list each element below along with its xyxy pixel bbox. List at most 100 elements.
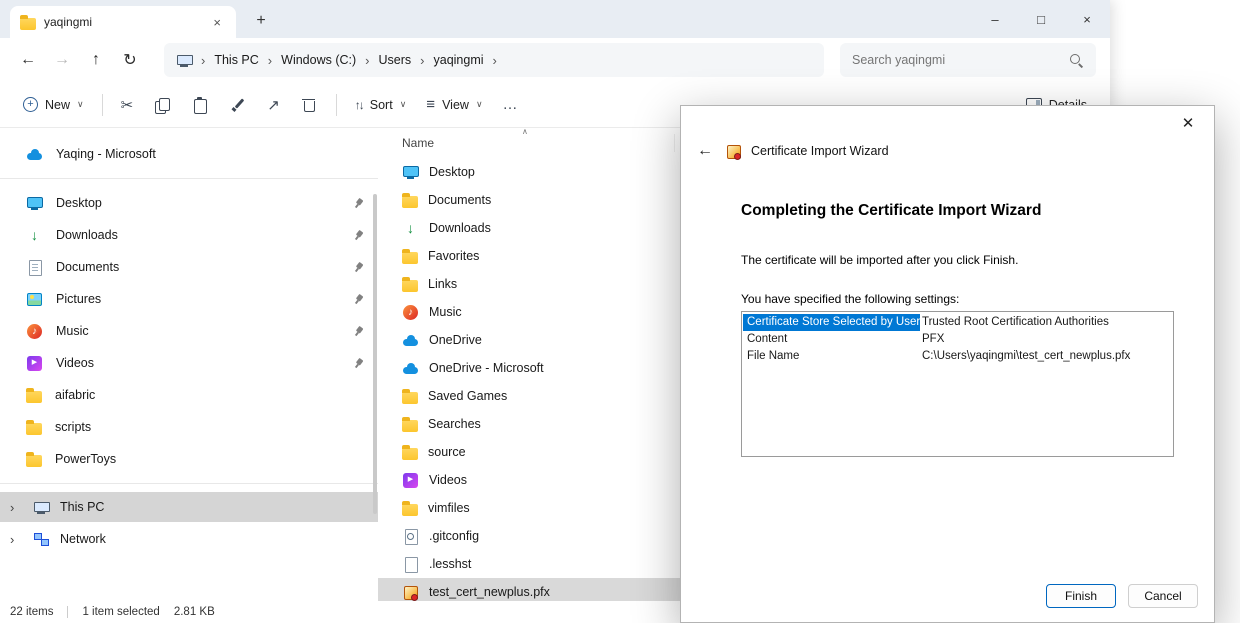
breadcrumb-item[interactable]: Users xyxy=(378,51,413,69)
downloads-icon xyxy=(402,220,419,237)
search-input[interactable] xyxy=(852,53,1069,67)
sidebar-item-scripts[interactable]: scripts xyxy=(0,411,378,443)
sidebar-item-powertoys[interactable]: PowerToys xyxy=(0,443,378,475)
computer-icon xyxy=(176,52,193,69)
plus-icon: + xyxy=(23,97,38,112)
sidebar-item-desktop[interactable]: Desktop xyxy=(0,187,378,219)
sidebar-pinned-list: Desktop DownloadsDocumentsPicturesMusic Vi… xyxy=(0,187,378,475)
videos-icon xyxy=(402,472,419,489)
dialog-close-button[interactable]: ✕ xyxy=(1172,111,1204,135)
desktop-icon xyxy=(26,195,43,212)
cancel-button[interactable]: Cancel xyxy=(1128,584,1198,608)
downloads-icon xyxy=(26,227,43,244)
new-tab-button[interactable]: + xyxy=(246,7,276,35)
chevron-right-icon: › xyxy=(357,53,377,68)
setting-value: PFX xyxy=(920,331,946,348)
sidebar-item-downloads[interactable]: Downloads xyxy=(0,219,378,251)
breadcrumb-item[interactable]: yaqingmi xyxy=(433,51,485,69)
more-options-button[interactable]: … xyxy=(494,88,527,122)
wizard-heading: Completing the Certificate Import Wizard xyxy=(741,202,1174,220)
folder-icon xyxy=(402,196,418,208)
file-name: .gitconfig xyxy=(429,529,479,543)
chevron-right-icon[interactable]: › xyxy=(10,500,23,515)
status-divider xyxy=(67,606,68,618)
pc-icon xyxy=(33,499,50,516)
toolbar-divider xyxy=(336,94,337,116)
up-button[interactable]: ↑ xyxy=(80,44,112,76)
new-button-label: New xyxy=(45,98,70,112)
file-name: Searches xyxy=(428,417,481,431)
wizard-footer: Finish Cancel xyxy=(681,570,1214,622)
folder-icon xyxy=(402,504,418,516)
maximize-button[interactable]: □ xyxy=(1018,0,1064,38)
desktop-icon xyxy=(402,164,419,181)
pin-icon xyxy=(350,355,367,372)
share-icon: ↗ xyxy=(267,96,280,114)
sidebar-item-videos[interactable]: Videos xyxy=(0,347,378,379)
sidebar-item-onedrive[interactable]: Yaqing - Microsoft xyxy=(0,138,378,170)
sidebar-item-music[interactable]: Music xyxy=(0,315,378,347)
wizard-header: ← Certificate Import Wizard xyxy=(681,138,1214,164)
chevron-right-icon[interactable]: › xyxy=(10,532,23,547)
gear-file-icon xyxy=(402,528,419,545)
wizard-title: Certificate Import Wizard xyxy=(751,144,889,158)
close-button[interactable]: × xyxy=(1064,0,1110,38)
settings-row[interactable]: Certificate Store Selected by UserTruste… xyxy=(743,314,1172,331)
rename-button[interactable] xyxy=(220,88,256,122)
folder-icon xyxy=(402,392,418,404)
forward-button[interactable]: → xyxy=(46,44,78,76)
file-name: Documents xyxy=(428,193,491,207)
settings-label: You have specified the following setting… xyxy=(741,292,1174,306)
explorer-tab[interactable]: yaqingmi × xyxy=(10,6,236,38)
back-button[interactable]: ← xyxy=(12,44,44,76)
tab-title: yaqingmi xyxy=(44,15,92,29)
copy-button[interactable] xyxy=(144,88,180,122)
sidebar-item-label: Videos xyxy=(56,356,94,370)
music-icon xyxy=(402,304,419,321)
refresh-button[interactable]: ↻ xyxy=(114,44,146,76)
settings-row[interactable]: ContentPFX xyxy=(743,331,1172,348)
minimize-button[interactable]: – xyxy=(972,0,1018,38)
sidebar-item-label: Network xyxy=(60,532,106,546)
sort-button[interactable]: ↑↓ Sort ∨ xyxy=(346,88,416,122)
setting-value: C:\Users\yaqingmi\test_cert_newplus.pfx xyxy=(920,348,1132,365)
sidebar-item-this-pc[interactable]: › This PC xyxy=(0,492,378,522)
sidebar-item-documents[interactable]: Documents xyxy=(0,251,378,283)
setting-key: Content xyxy=(743,331,920,348)
sidebar-scrollbar[interactable] xyxy=(373,194,377,514)
view-button[interactable]: ≡ View ∨ xyxy=(417,88,491,122)
file-name: OneDrive - Microsoft xyxy=(429,361,544,375)
settings-table[interactable]: Certificate Store Selected by UserTruste… xyxy=(741,311,1174,457)
videos-icon xyxy=(26,355,43,372)
breadcrumb-item[interactable]: Windows (C:) xyxy=(280,51,357,69)
sidebar-item-aifabric[interactable]: aifabric xyxy=(0,379,378,411)
sidebar: Yaqing - Microsoft Desktop DownloadsDocum… xyxy=(0,128,378,601)
finish-button[interactable]: Finish xyxy=(1046,584,1116,608)
sidebar-item-network[interactable]: › Network xyxy=(0,524,378,554)
folder-icon xyxy=(26,391,42,403)
new-button[interactable]: + New ∨ xyxy=(14,88,93,122)
folder-icon xyxy=(402,280,418,292)
file-name: .lesshst xyxy=(429,557,471,571)
chevron-down-icon: ∨ xyxy=(77,99,84,110)
folder-icon xyxy=(20,18,36,30)
certificate-icon xyxy=(725,143,742,160)
settings-row[interactable]: File NameC:\Users\yaqingmi\test_cert_new… xyxy=(743,348,1172,365)
wizard-back-button[interactable]: ← xyxy=(697,142,713,160)
column-header-name[interactable]: ∧ Name xyxy=(402,136,652,150)
certificate-import-wizard-dialog: ✕ ← Certificate Import Wizard Completing… xyxy=(680,105,1215,623)
search-box[interactable] xyxy=(840,43,1096,77)
share-button[interactable]: ↗ xyxy=(258,88,289,122)
paste-button[interactable] xyxy=(182,88,218,122)
folder-icon xyxy=(26,455,42,467)
file-name: Links xyxy=(428,277,457,291)
tab-close-icon[interactable]: × xyxy=(208,15,226,30)
sidebar-item-pictures[interactable]: Pictures xyxy=(0,283,378,315)
view-icon: ≡ xyxy=(426,96,435,113)
delete-button[interactable] xyxy=(291,88,327,122)
ellipsis-icon: … xyxy=(503,96,518,113)
sidebar-item-label: This PC xyxy=(60,500,104,514)
breadcrumb-item[interactable]: This PC xyxy=(213,51,259,69)
sidebar-item-label: Desktop xyxy=(56,196,102,210)
cut-button[interactable]: ✂ xyxy=(112,88,143,122)
